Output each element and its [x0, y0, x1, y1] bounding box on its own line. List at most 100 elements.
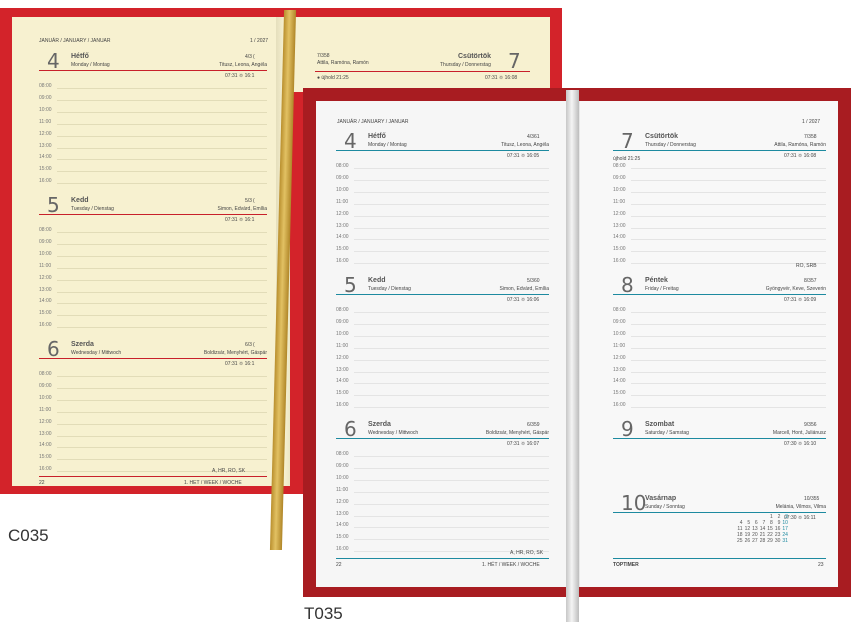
- moon-phase: újhold 21:25: [613, 156, 641, 162]
- hour-line: [354, 179, 549, 181]
- hour-label: 14:00: [336, 234, 349, 241]
- hour-label: 09:00: [39, 238, 52, 245]
- hour-line: [57, 99, 267, 101]
- hour-label: 09:00: [336, 174, 349, 181]
- hour-label: 11:00: [336, 342, 349, 349]
- day-number: 4: [344, 129, 357, 153]
- day-number: 6: [47, 337, 60, 361]
- hour-label: 10:00: [336, 330, 349, 337]
- day-name: Hétfő: [368, 133, 386, 140]
- hour-line: [57, 135, 267, 137]
- hour-line: [354, 239, 549, 241]
- hour-line: [354, 539, 549, 541]
- hour-line: [631, 407, 826, 409]
- name-days: Attila, Ramóna, Ramón: [774, 142, 826, 148]
- day-of-year: 7/358: [804, 134, 817, 140]
- day-number: 8: [621, 273, 634, 297]
- name-days: Marcell, Hont, Juliánusz: [772, 430, 826, 436]
- hour-line: [354, 251, 549, 253]
- day-name: Kedd: [368, 277, 386, 284]
- hour-line: [354, 203, 549, 205]
- day-of-year: 4/361: [527, 134, 540, 140]
- hour-line: [57, 387, 267, 389]
- hour-label: 08:00: [39, 83, 52, 89]
- hour-label: 14:00: [336, 378, 349, 385]
- day-name-sub: Wednesday / Mittwoch: [71, 350, 122, 356]
- name-days: Titusz, Leona, Angéla: [501, 142, 549, 148]
- hour-line: [57, 147, 267, 149]
- hour-line: [631, 395, 826, 397]
- hour-line: [631, 312, 826, 313]
- name-days: Melánia, Vilmos, Vilma: [775, 504, 826, 510]
- day-name-sub: Wednesday / Mittwoch: [368, 430, 419, 436]
- hour-label: 10:00: [613, 330, 626, 337]
- month-header: JANUÁR / JANUARY / JANUAR: [39, 38, 111, 44]
- sun-times: 07:31 🌣 16:1: [225, 73, 255, 79]
- day-divider: [39, 358, 267, 359]
- hour-line: [57, 255, 267, 257]
- hour-label: 12:00: [336, 498, 349, 505]
- hour-label: 10:00: [336, 186, 349, 193]
- brand-logo: TOPTIMER: [613, 562, 639, 568]
- hour-label: 15:00: [613, 390, 626, 397]
- hour-line: [354, 335, 549, 337]
- mini-calendar: 1 2 3 4 5 6 7 8 9 10 11 12 13 14 15 16 17 18 19 20 21 22 23 24 2…: [736, 514, 789, 544]
- hour-label: 13:00: [39, 142, 52, 149]
- day-divider: [39, 214, 267, 215]
- day-of-year: 10/355: [804, 496, 820, 502]
- calendar-day: 31: [782, 538, 788, 544]
- day-of-year: 6/359: [527, 422, 540, 428]
- sun-times: 07:31 🌣 16:06: [507, 297, 540, 303]
- hour-label: 12:00: [336, 210, 349, 217]
- hour-line: [354, 407, 549, 409]
- hour-label: 15:00: [336, 390, 349, 397]
- name-days: Boldizsár, Menyhért, Gáspár: [203, 350, 267, 356]
- day-name: Csütörtök: [458, 53, 492, 60]
- hour-line: [631, 215, 826, 217]
- month-header: JANUÁR / JANUARY / JANUAR: [337, 119, 409, 125]
- hour-label: 12:00: [336, 354, 349, 361]
- hour-label: 11:00: [39, 406, 52, 413]
- hour-line: [57, 159, 267, 161]
- hour-label: 16:00: [613, 402, 626, 409]
- hour-line: [354, 479, 549, 481]
- hour-line: [354, 191, 549, 193]
- hour-line: [354, 347, 549, 349]
- day-divider: [613, 438, 826, 439]
- day-name: Hétfő: [71, 53, 89, 60]
- hour-line: [631, 335, 826, 337]
- day-number: 10: [621, 491, 647, 515]
- day-number: 7: [621, 129, 634, 153]
- hour-line: [354, 515, 549, 517]
- hour-line: [57, 243, 267, 245]
- hour-label: 11:00: [613, 198, 626, 205]
- day-name-sub: Thursday / Donnerstag: [440, 62, 491, 68]
- day-name-sub: Monday / Montag: [71, 62, 110, 68]
- hour-line: [354, 383, 549, 385]
- hour-line: [57, 303, 267, 305]
- hour-label: 13:00: [336, 222, 349, 229]
- hour-label: 14:00: [336, 522, 349, 529]
- hour-label: 15:00: [336, 246, 349, 253]
- hour-label: 09:00: [613, 318, 626, 325]
- hour-line: [631, 383, 826, 385]
- day-number: 9: [621, 417, 634, 441]
- hour-label: 08:00: [336, 163, 349, 169]
- hour-line: [354, 323, 549, 325]
- hour-line: [354, 371, 549, 373]
- hour-line: [57, 459, 267, 461]
- page-number: 22: [39, 480, 45, 486]
- footer-line: [613, 558, 826, 559]
- hour-line: [57, 376, 267, 377]
- day-divider: [613, 150, 826, 151]
- hour-line: [631, 371, 826, 373]
- hour-line: [631, 227, 826, 229]
- hour-label: 11:00: [39, 118, 52, 125]
- hour-line: [631, 191, 826, 193]
- footer-line: [39, 476, 267, 477]
- day-of-year: 8/357: [804, 278, 817, 284]
- name-days: Attila, Ramóna, Ramón: [317, 60, 369, 66]
- hour-label: 16:00: [613, 258, 626, 265]
- hour-label: 14:00: [39, 154, 52, 161]
- hour-line: [57, 291, 267, 293]
